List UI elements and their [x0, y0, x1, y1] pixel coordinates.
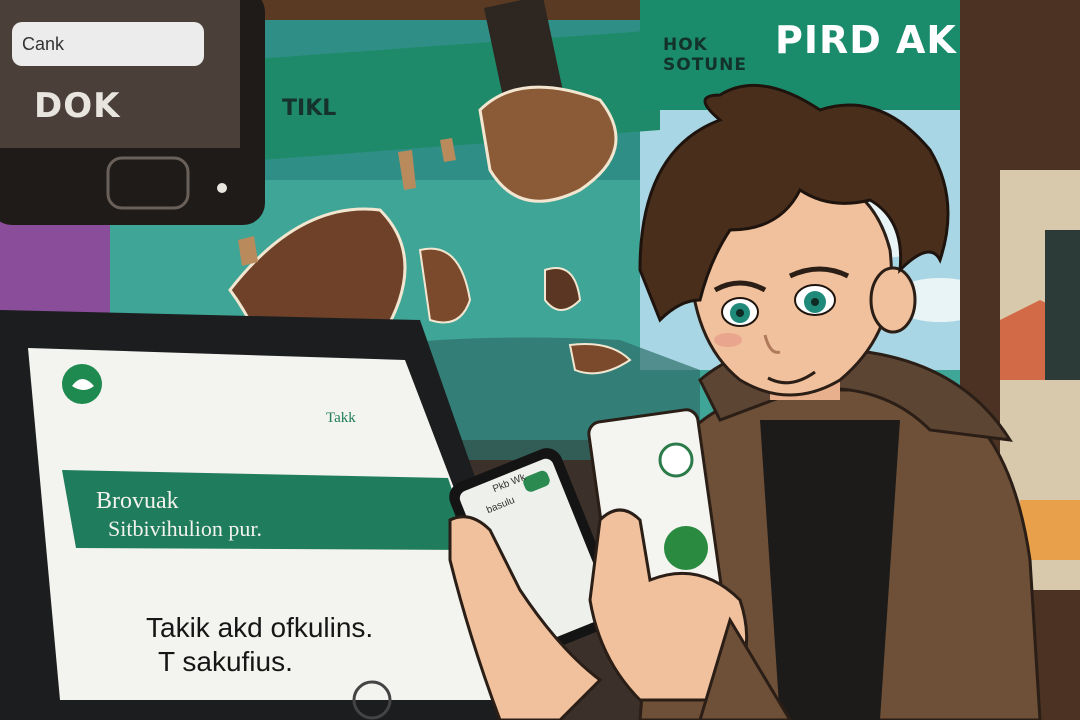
tablet-body-line2: T sakufius. [158, 646, 293, 677]
tablet-body-line1: Takik akd ofkulins. [146, 612, 374, 643]
sign-label-hok: HOK SOTUNE [663, 35, 747, 76]
tablet-small-label: Takk [326, 410, 356, 426]
tablet-band-title: Brovuak [96, 488, 179, 514]
sign-hok-line1: HOK [663, 35, 708, 55]
sign-label-left: TIKL [282, 96, 337, 121]
illustration-scene: Cank DOK TIKL HOK SOTUNE PIRD AK Takk Bro… [0, 0, 1080, 720]
phone-title: DOK [34, 86, 121, 126]
brand-sign-text: PIRD AK [775, 18, 957, 62]
tablet-band-subtitle: Sitbivihulion pur. [108, 516, 263, 541]
search-field: Cank [12, 22, 204, 66]
sign-hok-line2: SOTUNE [663, 55, 747, 76]
